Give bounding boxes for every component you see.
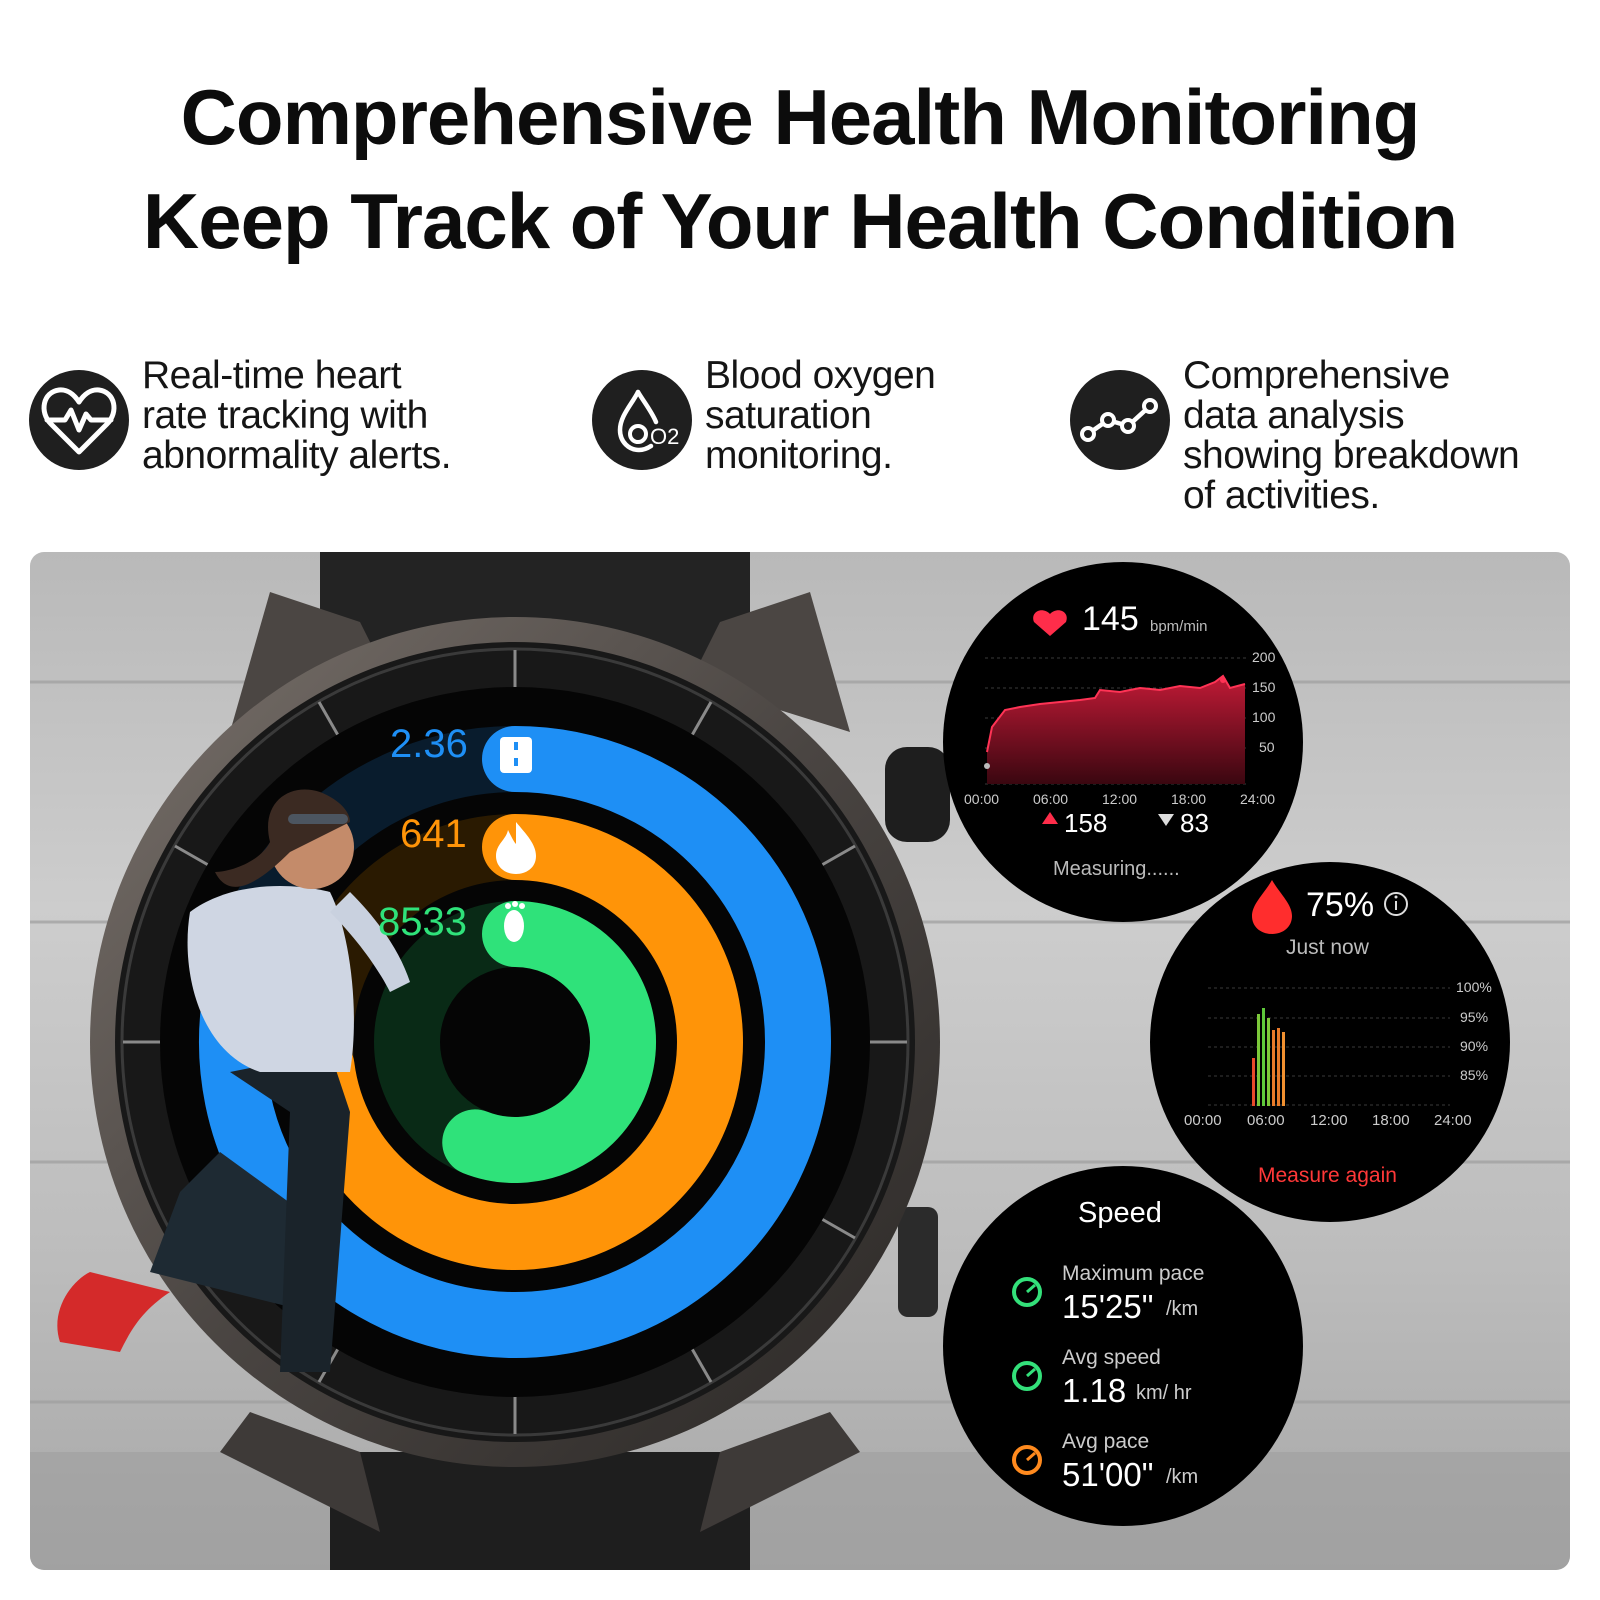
speed-row-value: 15'25" [1062,1288,1154,1325]
heart-rate-max: 158 [1064,808,1108,838]
headline-line-2: Keep Track of Your Health Condition [142,177,1458,265]
spo2-x-tick: 24:00 [1434,1112,1472,1129]
spo2-y-tick: 100% [1456,979,1492,995]
feature-text-line: of activities. [1183,474,1380,517]
distance-value: 2.36 [390,722,468,766]
o2-label: O2 [650,424,679,449]
feature-text-line: monitoring. [705,434,893,477]
measure-again-button[interactable]: Measure again [1258,1164,1397,1188]
heart-rate-value: 145 [1082,600,1139,638]
spo2-x-tick: 00:00 [1184,1112,1222,1129]
speed-row-value: 51'00" [1062,1456,1154,1493]
calories-value: 641 [400,812,467,856]
feature-text-line: Comprehensive [1183,354,1450,397]
feature-text-line: saturation [705,394,872,437]
spo2-x-tick: 18:00 [1372,1112,1410,1129]
speed-row-label: Maximum pace [1062,1262,1205,1285]
spo2-x-tick: 06:00 [1247,1112,1285,1129]
headline-line-1: Comprehensive Health Monitoring [180,73,1421,161]
heart-rate-min: 83 [1180,808,1209,838]
hr-x-tick: 24:00 [1240,791,1276,807]
feature-text-line: Real-time heart [142,354,402,397]
hr-y-tick: 150 [1252,679,1276,695]
heart-rate-status: Measuring...... [1053,858,1180,880]
speed-row-unit: /km [1166,1298,1199,1320]
hr-x-tick: 00:00 [964,791,1000,807]
spo2-y-tick: 85% [1460,1067,1489,1083]
speed-row-label: Avg speed [1062,1346,1161,1369]
feature-text-line: Blood oxygen [705,354,936,397]
speed-title: Speed [1078,1197,1162,1229]
hr-x-tick: 06:00 [1033,791,1069,807]
speed-row-value: 1.18 [1062,1372,1127,1409]
spo2-value: 75% [1306,886,1375,924]
trend-line-icon [1070,370,1170,470]
speed-row-unit: /km [1166,1466,1199,1488]
steps-value: 8533 [378,900,467,944]
scene-graphic [30,552,1570,1570]
product-scene: 2.36 641 8533 145 bpm/min 200 150 100 50… [30,552,1570,1570]
road-icon [500,737,532,773]
hr-x-tick: 12:00 [1102,791,1138,807]
hr-y-tick: 100 [1252,709,1276,725]
watch-strap-bottom [330,1452,750,1570]
hr-x-tick: 18:00 [1171,791,1207,807]
spo2-x-tick: 12:00 [1310,1112,1348,1129]
heart-pulse-icon [29,370,129,470]
speed-row-unit: km/ hr [1136,1382,1192,1404]
blood-oxygen-drop-icon: O2 [592,370,692,470]
hr-y-tick: 200 [1252,649,1276,665]
feature-text-line: data analysis [1183,394,1405,437]
spo2-time: Just now [1286,936,1369,959]
feature-text-line: showing breakdown [1183,434,1520,477]
watch-side-button [898,1207,938,1317]
speed-row-label: Avg pace [1062,1430,1150,1453]
heart-rate-unit: bpm/min [1150,618,1208,635]
feature-text-line: abnormality alerts. [142,434,452,477]
feature-text-line: rate tracking with [142,394,428,437]
spo2-y-tick: 95% [1460,1009,1489,1025]
spo2-y-tick: 90% [1460,1038,1489,1054]
watch-crown [885,747,950,842]
hr-y-tick: 50 [1259,739,1275,755]
